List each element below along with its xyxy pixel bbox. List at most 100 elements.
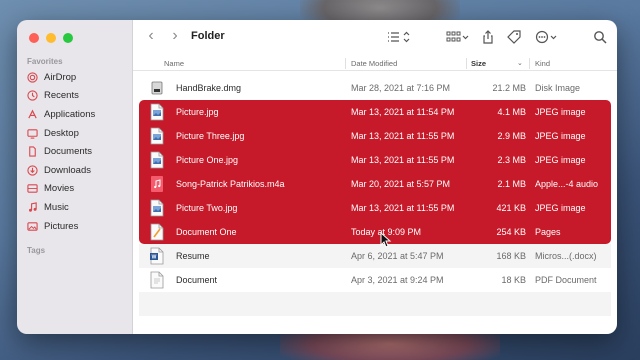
sidebar-item-desktop[interactable]: Desktop <box>27 124 95 143</box>
more-actions-button[interactable] <box>535 29 559 45</box>
film-icon <box>27 183 38 194</box>
file-size: 18 KB <box>501 275 526 285</box>
file-size: 168 KB <box>496 251 526 261</box>
window-controls <box>29 33 73 43</box>
column-divider <box>466 58 467 69</box>
pictures-icon <box>27 221 38 232</box>
grid-view-icon <box>446 31 469 42</box>
back-button[interactable]: ‹ <box>143 28 159 45</box>
column-kind[interactable]: Kind <box>535 59 550 68</box>
sidebar-item-downloads[interactable]: Downloads <box>27 161 95 180</box>
file-kind: JPEG image <box>535 107 586 117</box>
file-row[interactable]: Picture Three.jpg Mar 13, 2021 at 11:55 P… <box>139 124 611 148</box>
file-date: Mar 28, 2021 at 7:16 PM <box>351 83 451 93</box>
sidebar-item-recents[interactable]: Recents <box>27 87 95 106</box>
file-date: Apr 3, 2021 at 9:24 PM <box>351 275 444 285</box>
tags-heading: Tags <box>27 246 46 255</box>
sidebar-item-airdrop[interactable]: AirDrop <box>27 68 95 87</box>
music-icon <box>27 202 38 213</box>
pages-file-icon <box>150 223 164 241</box>
file-row[interactable]: Song-Patrick Patrikios.m4a Mar 20, 2021 a… <box>139 172 611 196</box>
file-list: HandBrake.dmg Mar 28, 2021 at 7:16 PM 21.2… <box>139 76 611 316</box>
sidebar-item-movies[interactable]: Movies <box>27 180 95 199</box>
sidebar-item-label: Documents <box>44 146 93 158</box>
svg-text:W: W <box>152 255 157 261</box>
file-name: Document <box>176 275 218 285</box>
favorites-heading: Favorites <box>27 57 63 66</box>
view-options-button[interactable] <box>387 29 413 45</box>
file-name: Picture Two.jpg <box>176 203 238 213</box>
clock-icon <box>27 90 38 102</box>
tag-button[interactable] <box>507 29 521 45</box>
file-date: Mar 13, 2021 at 11:55 PM <box>351 203 455 213</box>
file-name: Picture One.jpg <box>176 155 239 165</box>
airdrop-icon <box>27 72 38 83</box>
column-divider <box>529 58 530 69</box>
file-row[interactable]: Document One Today at 9:09 PM 254 KB Pages <box>139 220 611 244</box>
mouse-pointer-icon <box>380 232 392 248</box>
file-kind: JPEG image <box>535 131 586 141</box>
jpeg-file-icon <box>150 151 164 169</box>
desktop-icon <box>27 128 38 139</box>
sidebar-item-label: Movies <box>44 183 75 195</box>
list-view-icon <box>388 31 410 43</box>
file-kind: JPEG image <box>535 155 586 165</box>
file-kind: Disk Image <box>535 83 581 93</box>
sort-chevron-icon: ⌄ <box>517 60 523 67</box>
group-button[interactable] <box>446 29 470 45</box>
window-title: Folder <box>191 30 225 42</box>
file-date: Mar 13, 2021 at 11:55 PM <box>351 155 455 165</box>
sidebar-item-pictures[interactable]: Pictures <box>27 217 95 236</box>
search-icon <box>594 31 607 44</box>
file-name: Picture Three.jpg <box>176 131 245 141</box>
file-row[interactable]: Picture Two.jpg Mar 13, 2021 at 11:55 PM 4… <box>139 196 611 220</box>
file-browser: ‹ › Folder Name Date Modified Size ⌄ Kin… <box>133 20 617 334</box>
applications-icon <box>27 109 38 120</box>
download-icon <box>27 165 38 176</box>
minimize-button[interactable] <box>46 33 56 43</box>
toolbar: ‹ › Folder <box>133 20 617 56</box>
close-button[interactable] <box>29 33 39 43</box>
sidebar-item-label: AirDrop <box>44 71 77 83</box>
file-row[interactable]: W Resume Apr 6, 2021 at 5:47 PM 168 KB Micro… <box>139 244 611 268</box>
disk-image-icon <box>150 79 164 97</box>
file-row[interactable]: HandBrake.dmg Mar 28, 2021 at 7:16 PM 21.2… <box>139 76 611 100</box>
sidebar-item-music[interactable]: Music <box>27 198 95 217</box>
file-kind: Micros...(.docx) <box>535 251 597 261</box>
file-size: 2.1 MB <box>497 179 526 189</box>
forward-button[interactable]: › <box>167 28 183 45</box>
search-button[interactable] <box>593 29 607 45</box>
sidebar-item-applications[interactable]: Applications <box>27 105 95 124</box>
file-kind: JPEG image <box>535 203 586 213</box>
jpeg-file-icon <box>150 127 164 145</box>
file-name: Document One <box>176 227 237 237</box>
file-size: 421 KB <box>496 203 526 213</box>
pdf-file-icon <box>150 271 164 289</box>
sidebar-item-documents[interactable]: Documents <box>27 142 95 161</box>
file-row[interactable]: Document Apr 3, 2021 at 9:24 PM 18 KB PDF D… <box>139 268 611 292</box>
file-size: 21.2 MB <box>492 83 526 93</box>
file-size: 4.1 MB <box>497 107 526 117</box>
column-header: Name Date Modified Size ⌄ Kind <box>133 56 617 71</box>
file-date: Apr 6, 2021 at 5:47 PM <box>351 251 444 261</box>
sidebar-item-label: Recents <box>44 90 79 102</box>
sidebar: Favorites AirDrop Recents Applications D… <box>17 20 133 334</box>
file-kind: Apple...-4 audio <box>535 179 599 189</box>
sidebar-item-label: Downloads <box>44 164 91 176</box>
file-size: 2.9 MB <box>497 131 526 141</box>
ellipsis-circle-icon <box>535 30 557 44</box>
file-row[interactable]: Picture.jpg Mar 13, 2021 at 11:54 PM 4.1 M… <box>139 100 611 124</box>
column-name[interactable]: Name <box>164 59 184 68</box>
column-date-modified[interactable]: Date Modified <box>351 59 397 68</box>
empty-row <box>139 292 611 316</box>
share-icon <box>483 30 493 44</box>
file-date: Mar 20, 2021 at 5:57 PM <box>351 179 451 189</box>
zoom-button[interactable] <box>63 33 73 43</box>
column-size[interactable]: Size <box>471 59 486 68</box>
file-row[interactable]: Picture One.jpg Mar 13, 2021 at 11:55 PM 2… <box>139 148 611 172</box>
jpeg-file-icon <box>150 199 164 217</box>
document-icon <box>27 146 38 157</box>
file-name: HandBrake.dmg <box>176 83 242 93</box>
share-button[interactable] <box>482 29 494 45</box>
column-divider <box>345 58 346 69</box>
